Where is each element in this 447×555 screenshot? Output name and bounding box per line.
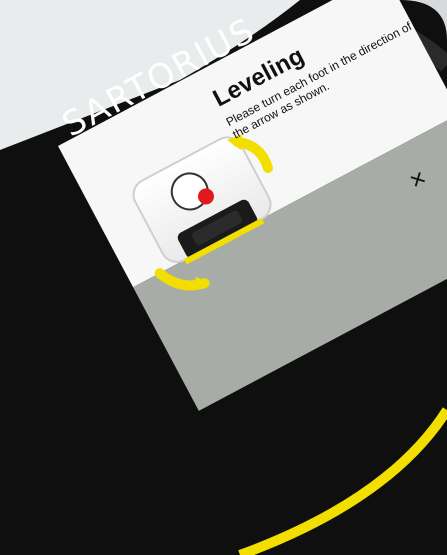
close-icon: × — [403, 162, 432, 196]
device-stage: SARTORIUS Leveling Please turn each foot… — [0, 0, 447, 555]
